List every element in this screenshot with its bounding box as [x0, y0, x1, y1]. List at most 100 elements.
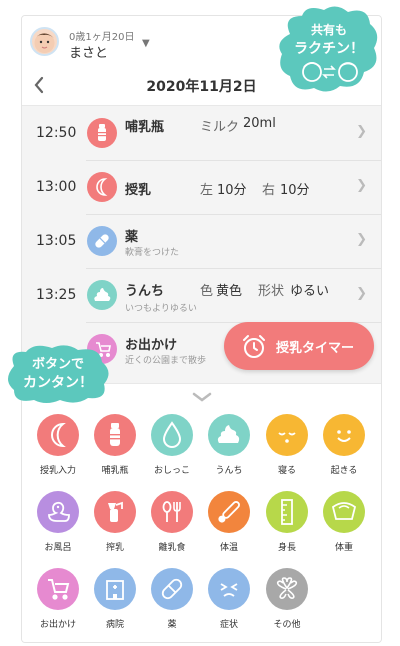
chevron-right-icon: ❯ — [356, 232, 367, 247]
bubble-text-line2: カンタン！ — [23, 375, 93, 391]
bubble-text-line2: ラクチン！ — [294, 41, 364, 57]
chevron-down-icon[interactable] — [189, 388, 215, 406]
quick-input-panel: 授乳入力 哺乳瓶 おしっこ うんち 寝る 起きる お風呂 搾乳 離乳食 体温 身… — [22, 383, 381, 642]
record-note: 近くの公園まで散歩 — [125, 356, 207, 366]
poop-icon — [208, 414, 250, 456]
record-row[interactable]: 12:50 哺乳瓶 ミルク 20ml ❯ — [22, 107, 381, 161]
record-note: 軟膏をつけた — [125, 248, 180, 258]
quick-button-label: 授乳入力 — [39, 466, 76, 476]
sick-face-icon — [208, 568, 250, 610]
record-time: 13:00 — [36, 179, 77, 195]
quick-button[interactable]: 体温 — [200, 491, 258, 553]
pill-icon — [151, 568, 193, 610]
cutlery-icon — [151, 491, 193, 533]
record-time: 13:05 — [36, 233, 77, 249]
record-time: 12:50 — [36, 125, 77, 141]
record-label: 授乳 — [125, 183, 152, 198]
quick-button[interactable]: 体重 — [315, 491, 373, 553]
sleeping-face-icon — [266, 414, 308, 456]
droplet-icon — [151, 414, 193, 456]
quick-button-label: 病院 — [105, 620, 124, 630]
breast-pump-icon — [94, 491, 136, 533]
quick-button[interactable]: 起きる — [315, 414, 373, 476]
alarm-clock-icon — [243, 335, 265, 358]
baby-bottle-icon — [87, 118, 117, 148]
poop-icon — [87, 280, 117, 310]
quick-button-label: 症状 — [219, 620, 238, 630]
quick-button-label: 薬 — [167, 620, 177, 630]
quick-button[interactable]: 搾乳 — [86, 491, 144, 553]
pill-icon — [87, 226, 117, 256]
quick-button-label: 離乳食 — [158, 543, 186, 553]
hospital-icon — [94, 568, 136, 610]
record-row[interactable]: 13:25 うんち 色 黄色 形状 ゆるい いつもよりゆるい ❯ — [22, 269, 381, 323]
quick-button[interactable]: 薬 — [143, 568, 201, 630]
share-promo-bubble: 共有も ラクチン！ — [276, 4, 382, 94]
smile-face-icon — [323, 414, 365, 456]
chevron-right-icon: ❯ — [356, 286, 367, 301]
quick-button[interactable]: 身長 — [258, 491, 316, 553]
record-detail-label: 形状 — [258, 284, 285, 299]
nursing-timer-label: 授乳タイマー — [276, 340, 355, 356]
quick-button-label: 体重 — [334, 543, 353, 553]
quick-button-label: 哺乳瓶 — [101, 466, 129, 476]
record-detail-value: 黄色 — [216, 284, 243, 299]
record-label: お出かけ — [125, 338, 178, 353]
scale-icon — [323, 491, 365, 533]
quick-button[interactable]: 離乳食 — [143, 491, 201, 553]
easy-promo-bubble: ボタンで カンタン！ — [4, 344, 112, 404]
record-label: うんち — [125, 284, 165, 299]
record-note: いつもよりゆるい — [125, 304, 197, 314]
quick-button[interactable]: おしっこ — [143, 414, 201, 476]
ruler-icon — [266, 491, 308, 533]
quick-button-label: 体温 — [219, 543, 238, 553]
quick-button-label: 寝る — [277, 466, 296, 476]
record-detail-value: 10分 — [280, 183, 310, 198]
record-detail-value: 10分 — [217, 183, 247, 198]
record-detail-value: ゆるい — [290, 284, 330, 299]
record-time: 13:25 — [36, 287, 77, 303]
quick-button-label: 搾乳 — [105, 543, 124, 553]
record-detail-value: 20ml — [243, 116, 276, 131]
record-label: 薬 — [125, 230, 139, 245]
baby-bottle-icon — [94, 414, 136, 456]
quick-button[interactable]: お風呂 — [29, 491, 87, 553]
quick-button-label: 身長 — [277, 543, 296, 553]
child-name: まさと — [69, 46, 109, 61]
quick-button[interactable]: その他 — [258, 568, 316, 630]
record-detail-label: 左 — [200, 183, 214, 198]
nursing-timer-button[interactable]: 授乳タイマー — [224, 322, 374, 370]
quick-button-label: うんち — [215, 466, 243, 476]
chevron-down-icon[interactable]: ▼ — [142, 38, 150, 49]
avatar[interactable] — [30, 27, 59, 56]
quick-button[interactable]: うんち — [200, 414, 258, 476]
quick-button[interactable]: 授乳入力 — [29, 414, 87, 476]
quick-button[interactable]: 哺乳瓶 — [86, 414, 144, 476]
record-detail-label: 色 — [200, 284, 214, 299]
quick-button[interactable]: 症状 — [200, 568, 258, 630]
quick-button-label: お出かけ — [39, 620, 76, 630]
chevron-right-icon: ❯ — [356, 178, 367, 193]
record-row[interactable]: 13:00 授乳 左 10分 右 10分 ❯ — [22, 161, 381, 215]
record-detail-label: 右 — [262, 183, 276, 198]
record-detail-label: ミルク — [200, 120, 240, 135]
bubble-text-line1: ボタンで — [31, 357, 84, 372]
quick-button-label: お風呂 — [44, 543, 72, 553]
bubble-text-line1: 共有も — [310, 23, 347, 37]
crescent-icon — [37, 414, 79, 456]
stroller-icon — [37, 568, 79, 610]
quick-button[interactable]: 寝る — [258, 414, 316, 476]
quick-button-label: おしっこ — [153, 466, 190, 476]
duck-icon — [37, 491, 79, 533]
quick-button[interactable]: 病院 — [86, 568, 144, 630]
crescent-icon — [87, 172, 117, 202]
thermometer-icon — [208, 491, 250, 533]
quick-button[interactable]: お出かけ — [29, 568, 87, 630]
clover-icon — [266, 568, 308, 610]
quick-button-label: その他 — [273, 620, 301, 630]
child-age: 0歳1ヶ月20日 — [69, 32, 135, 43]
chevron-right-icon: ❯ — [356, 124, 367, 139]
quick-button-label: 起きる — [330, 466, 358, 476]
record-row[interactable]: 13:05 薬 軟膏をつけた ❯ — [22, 215, 381, 269]
record-label: 哺乳瓶 — [125, 120, 165, 135]
